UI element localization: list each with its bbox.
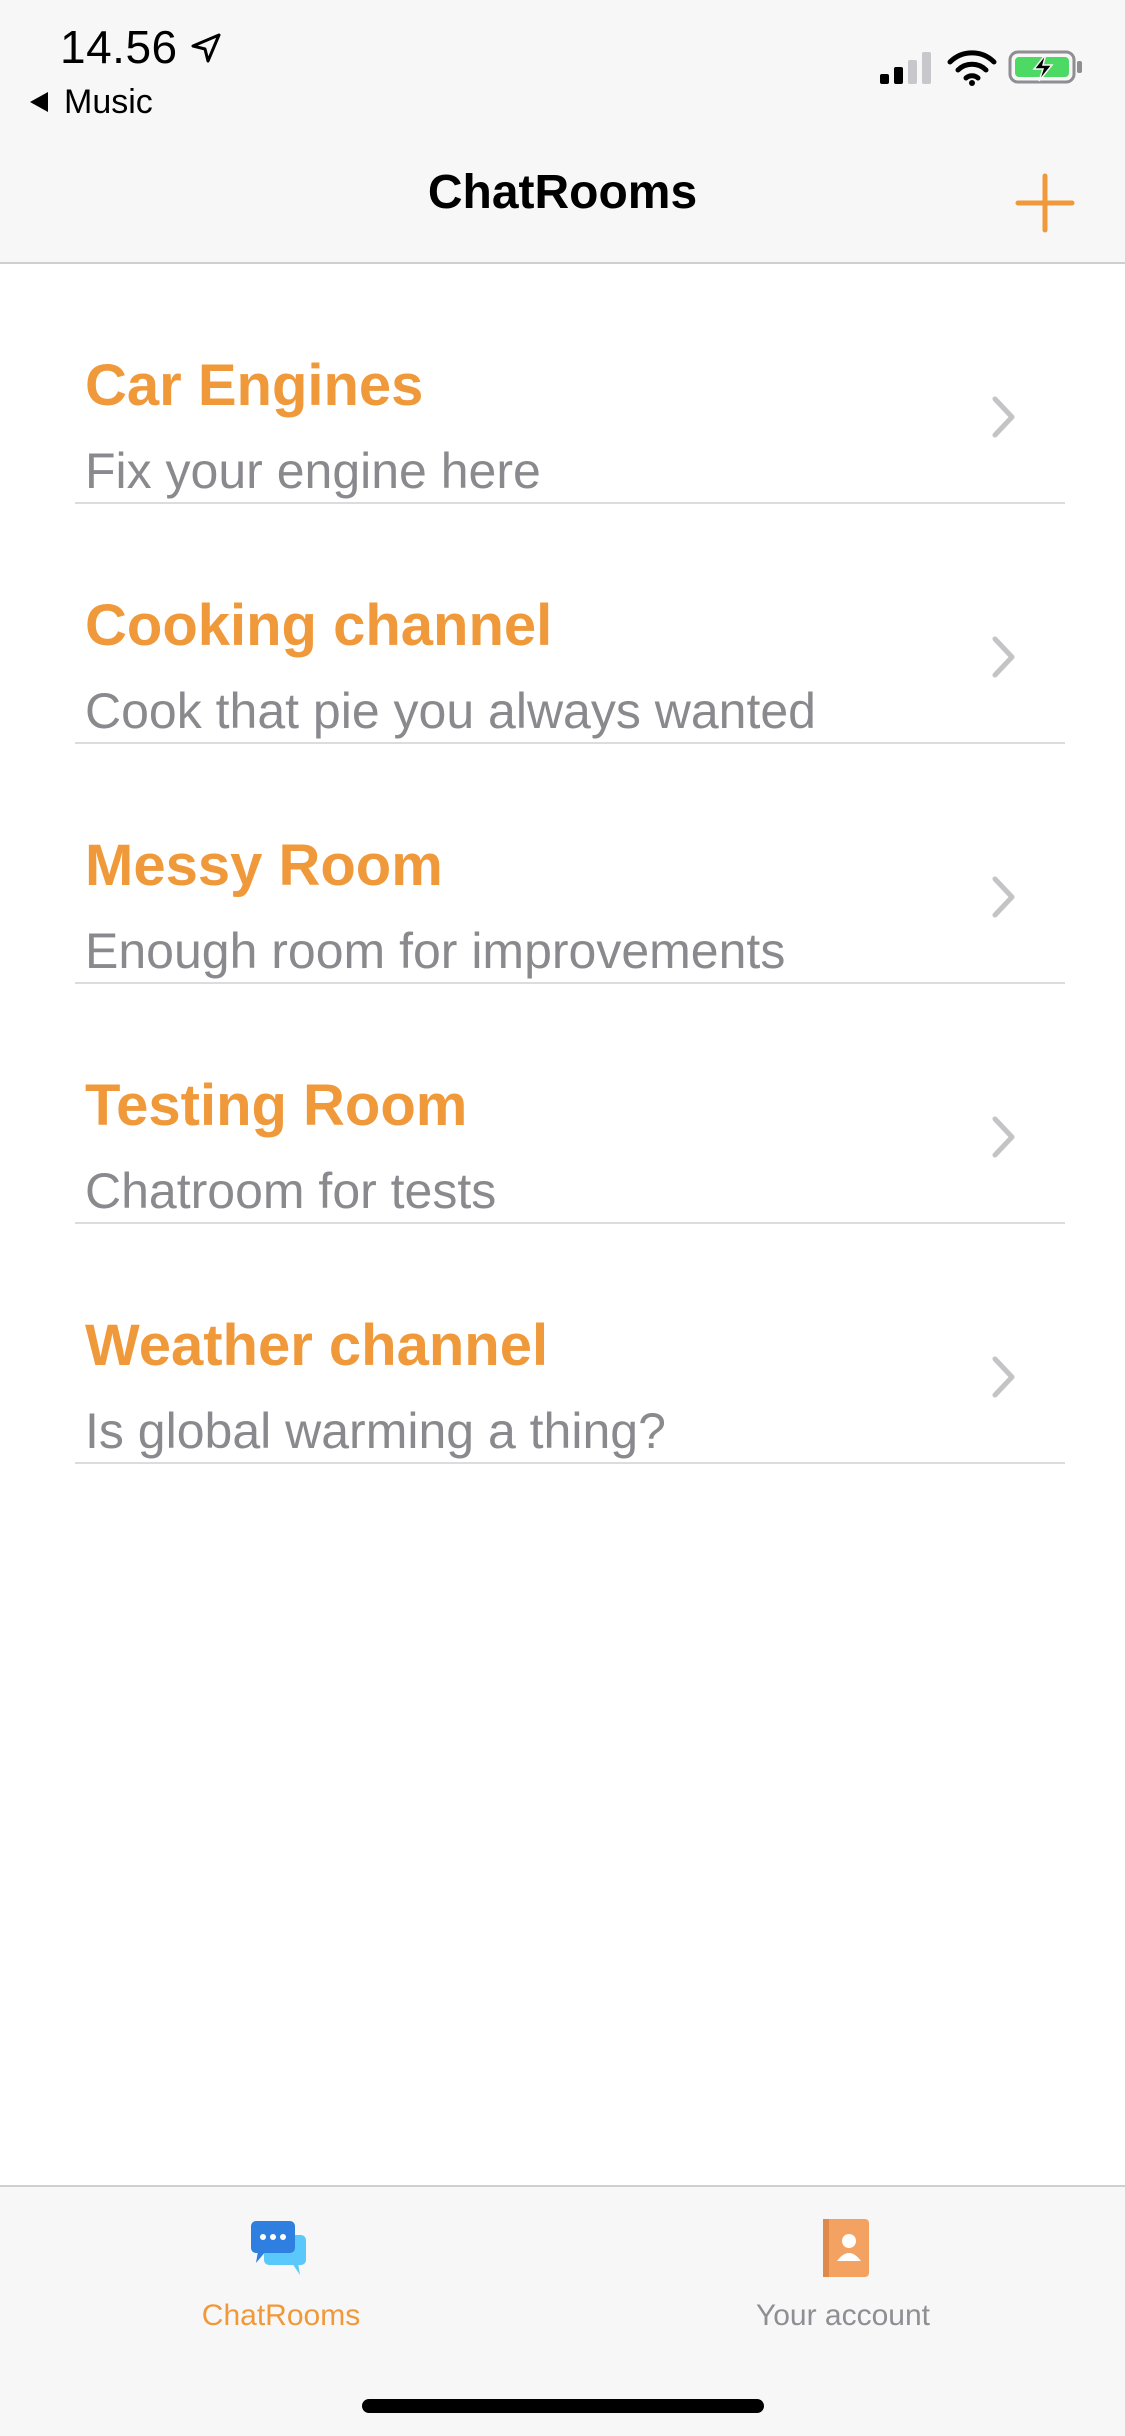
chatroom-subtitle: Chatroom for tests xyxy=(85,1163,497,1219)
tab-label: Your account xyxy=(755,2299,931,2332)
chatroom-title: Cooking channel xyxy=(85,593,553,658)
screen: 14.56 Music ChatRooms Car Engines Fix yo… xyxy=(0,0,1125,2436)
home-indicator[interactable] xyxy=(362,2399,764,2413)
chatroom-row-weather-channel[interactable]: Weather channel Is global warming a thin… xyxy=(0,1224,1125,1464)
tab-your-account[interactable]: Your account xyxy=(562,2187,1124,2357)
back-to-app-button[interactable]: Music xyxy=(30,82,153,122)
location-icon xyxy=(191,33,221,63)
chevron-right-icon xyxy=(992,396,1015,438)
back-triangle-icon xyxy=(30,92,48,112)
signal-icon xyxy=(880,52,931,84)
chatroom-title: Messy Room xyxy=(85,833,443,898)
chatroom-row-car-engines[interactable]: Car Engines Fix your engine here xyxy=(0,264,1125,504)
chevron-right-icon xyxy=(992,1116,1015,1158)
chevron-right-icon xyxy=(992,636,1015,678)
chatroom-subtitle: Fix your engine here xyxy=(85,443,541,499)
chat-bubbles-icon xyxy=(251,2221,306,2275)
wifi-icon xyxy=(947,50,997,86)
chatroom-title: Weather channel xyxy=(85,1313,549,1378)
chatroom-title: Car Engines xyxy=(85,353,424,418)
tab-chatrooms[interactable]: ChatRooms xyxy=(0,2187,562,2357)
tab-label: ChatRooms xyxy=(201,2299,361,2332)
chatroom-title: Testing Room xyxy=(85,1073,468,1138)
chatroom-list: Car Engines Fix your engine here Cooking… xyxy=(0,264,1125,1464)
back-to-app-label: Music xyxy=(64,82,153,121)
battery-charging-icon xyxy=(1008,50,1082,84)
chatroom-subtitle: Cook that pie you always wanted xyxy=(85,683,816,739)
chatroom-row-cooking-channel[interactable]: Cooking channel Cook that pie you always… xyxy=(0,504,1125,744)
add-chatroom-button[interactable] xyxy=(1010,168,1080,238)
chatroom-row-messy-room[interactable]: Messy Room Enough room for improvements xyxy=(0,744,1125,984)
plus-icon xyxy=(1015,173,1075,233)
row-divider xyxy=(75,1462,1065,1464)
chevron-right-icon xyxy=(992,1356,1015,1398)
top-bar: 14.56 Music ChatRooms xyxy=(0,0,1125,264)
contact-book-icon xyxy=(823,2219,869,2277)
chatroom-subtitle: Is global warming a thing? xyxy=(85,1403,666,1459)
page-title: ChatRooms xyxy=(427,166,698,219)
status-time: 14.56 xyxy=(60,21,178,73)
chatroom-row-testing-room[interactable]: Testing Room Chatroom for tests xyxy=(0,984,1125,1224)
chatroom-subtitle: Enough room for improvements xyxy=(85,923,786,979)
chevron-right-icon xyxy=(992,876,1015,918)
tab-bar: ChatRooms Your account xyxy=(0,2185,1125,2436)
